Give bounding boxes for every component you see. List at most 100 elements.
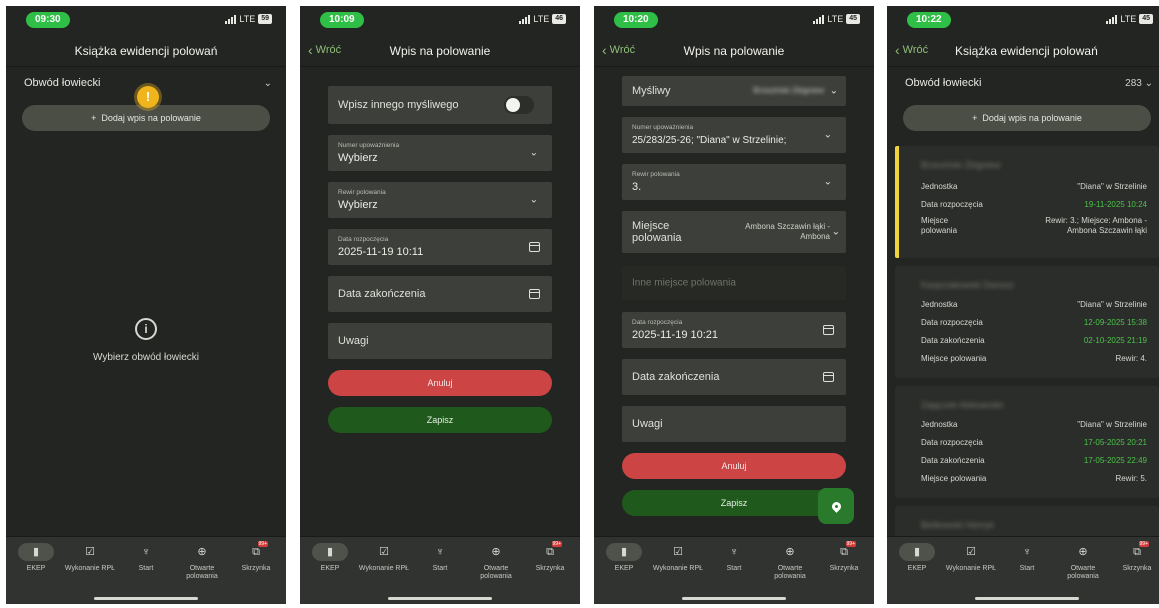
tab-open-hunts[interactable]: ⊕ Otwarte polowania	[762, 543, 818, 581]
chevron-down-icon: ⌄	[263, 77, 272, 89]
chevron-down-icon: ⌄	[823, 176, 832, 188]
inbox-badge: 99+	[1138, 541, 1149, 547]
inbox-icon: ⧉ 99+	[546, 541, 562, 558]
hunter-name: Zajączek Aleksander	[921, 400, 1005, 410]
map-pin-icon	[829, 499, 843, 513]
deer-icon: ♆	[435, 546, 445, 558]
home-indicator[interactable]	[94, 597, 198, 600]
divider	[594, 66, 874, 67]
tab-open-hunts[interactable]: ⊕ Otwarte polowania	[174, 543, 230, 581]
district-select[interactable]: Obwód łowiecki 283 ⌄	[905, 74, 1153, 92]
nav-bar: ‹ Wróć Książka ewidencji polowań	[887, 34, 1159, 68]
tab-rpl[interactable]: ☑ Wykonanie RPŁ	[943, 543, 999, 573]
empty-state: i Wybierz obwód łowiecki	[6, 318, 286, 363]
phone-screen-hunt-book-empty: 09:30 LTE 59 Książka ewidencji polowań O…	[6, 6, 286, 604]
permit-label: Numer upoważnienia	[338, 142, 400, 149]
tab-start[interactable]: ♆ Start	[999, 543, 1055, 573]
active-indicator	[895, 146, 899, 258]
district-select[interactable]: Rewir polowania Wybierz ⌄	[328, 182, 552, 218]
district-select[interactable]: Rewir polowania 3. ⌄	[622, 164, 846, 200]
cancel-button[interactable]: Anuluj	[622, 453, 846, 479]
other-place-field[interactable]: Inne miejsce polowania	[622, 266, 846, 300]
cancel-button[interactable]: Anuluj	[328, 370, 552, 396]
tab-bar: ▮ EKEP ☑ Wykonanie RPŁ ♆ Start ⊕ Otwarte pol…	[6, 536, 286, 604]
calendar-icon[interactable]	[529, 242, 540, 252]
other-hunter-toggle-row[interactable]: Wpisz innego myśliwego	[328, 86, 552, 124]
tab-start[interactable]: ♆ Start	[706, 543, 762, 573]
save-button[interactable]: Zapisz	[328, 407, 552, 433]
start-date-field[interactable]: Data rozpoczęcia 2025-11-19 10:11	[328, 229, 552, 265]
status-bar: 10:22 LTE 45	[887, 6, 1159, 30]
tab-rpl[interactable]: ☑ Wykonanie RPŁ	[650, 543, 706, 573]
chevron-down-icon: ⌄	[1144, 77, 1153, 89]
end-date-placeholder: Data zakończenia	[338, 288, 426, 300]
add-hunt-entry-button[interactable]: + Dodaj wpis na polowanie	[903, 105, 1151, 131]
status-time: 09:30	[26, 12, 70, 28]
place-select[interactable]: Miejsce polowania Ambona Szczawin łąki -…	[622, 211, 846, 253]
notes-field[interactable]: Uwagi	[622, 406, 846, 442]
notes-placeholder: Uwagi	[632, 418, 663, 430]
back-button[interactable]: ‹ Wróć	[602, 43, 635, 57]
phone-screen-new-entry-filled: 10:20 LTE 45 ‹ Wróć Wpis na polowanie Myś…	[594, 6, 874, 604]
hunt-entry-card[interactable]: Brzeziński Zbigniew Jednostka "Diana" w S…	[895, 146, 1159, 258]
tab-inbox[interactable]: ⧉ 99+ Skrzynka	[1109, 541, 1159, 573]
hunt-entry-card[interactable]: Kasprzakowski Dariusz Jednostka "Diana" w…	[895, 266, 1159, 378]
tab-open-hunts[interactable]: ⊕ Otwarte polowania	[1055, 543, 1111, 581]
empty-state-text: Wybierz obwód łowiecki	[92, 352, 200, 363]
calendar-icon[interactable]	[529, 289, 540, 299]
add-hunt-entry-button[interactable]: + Dodaj wpis na polowanie	[22, 105, 270, 131]
home-indicator[interactable]	[682, 597, 786, 600]
start-date-field[interactable]: Data rozpoczęcia 2025-11-19 10:21	[622, 312, 846, 348]
phone-screen-new-entry-empty: 10:09 LTE 46 ‹ Wróć Wpis na polowanie Wpi…	[300, 6, 580, 604]
back-button[interactable]: ‹ Wróć	[308, 43, 341, 57]
network-label: LTE	[533, 14, 550, 24]
tab-ekep[interactable]: ▮ EKEP	[8, 543, 64, 573]
chevron-left-icon: ‹	[895, 42, 900, 58]
calendar-icon[interactable]	[823, 372, 834, 382]
back-button[interactable]: ‹ Wróć	[895, 43, 928, 57]
other-hunter-toggle[interactable]	[504, 96, 534, 114]
deer-icon: ♆	[1022, 546, 1032, 558]
start-date-label: Data rozpoczęcia	[632, 319, 683, 326]
battery-icon: 45	[1139, 14, 1153, 24]
permit-select[interactable]: Numer upoważnienia Wybierz ⌄	[328, 135, 552, 171]
notes-field[interactable]: Uwagi	[328, 323, 552, 359]
district-label: Rewir polowania	[338, 189, 386, 196]
tab-rpl[interactable]: ☑ Wykonanie RPŁ	[356, 543, 412, 573]
permit-select[interactable]: Numer upoważnienia 25/283/25-26; "Diana"…	[622, 117, 846, 153]
tab-ekep[interactable]: ▮ EKEP	[302, 543, 358, 573]
end-date-placeholder: Data zakończenia	[632, 371, 720, 383]
tab-inbox[interactable]: ⧉ 99+ Skrzynka	[816, 541, 872, 573]
tab-start[interactable]: ♆ Start	[118, 543, 174, 573]
chevron-down-icon: ⌄	[529, 147, 538, 159]
home-indicator[interactable]	[388, 597, 492, 600]
other-place-placeholder: Inne miejsce polowania	[632, 277, 736, 289]
end-date-field[interactable]: Data zakończenia	[328, 276, 552, 312]
card-row-place: Miejsce polowania Rewir: 3.; Miejsce: Amb…	[921, 216, 1147, 235]
card-row-start: Data rozpoczęcia 19-11-2025 10:24	[921, 200, 1147, 209]
inbox-badge: 99+	[845, 541, 856, 547]
tab-ekep[interactable]: ▮ EKEP	[596, 543, 652, 573]
crosshair-icon: ⊕	[785, 546, 795, 558]
tab-inbox[interactable]: ⧉ 99+ Skrzynka	[228, 541, 284, 573]
start-date-value: 2025-11-19 10:11	[338, 246, 424, 258]
notes-placeholder: Uwagi	[338, 335, 369, 347]
save-button[interactable]: Zapisz	[622, 490, 846, 516]
location-fab[interactable]	[818, 488, 854, 524]
hunter-select[interactable]: Myśliwy Brzeziński Zbigniew ⌄	[622, 76, 846, 106]
battery-icon: 59	[258, 14, 272, 24]
place-value: Ambona Szczawin łąki - Ambona	[745, 222, 830, 241]
home-indicator[interactable]	[975, 597, 1079, 600]
tab-inbox[interactable]: ⧉ 99+ Skrzynka	[522, 541, 578, 573]
hunter-name: Bielkowski Henryk	[921, 520, 995, 530]
tab-ekep[interactable]: ▮ EKEP	[889, 543, 945, 573]
tab-rpl[interactable]: ☑ Wykonanie RPŁ	[62, 543, 118, 573]
calendar-icon[interactable]	[823, 325, 834, 335]
district-label: Obwód łowiecki	[905, 77, 982, 89]
signal-icon	[519, 14, 531, 24]
end-date-field[interactable]: Data zakończenia	[622, 359, 846, 395]
district-value-wrap: 283 ⌄	[1125, 78, 1153, 89]
hunt-entry-card[interactable]: Zajączek Aleksander Jednostka "Diana" w S…	[895, 386, 1159, 498]
tab-start[interactable]: ♆ Start	[412, 543, 468, 573]
tab-open-hunts[interactable]: ⊕ Otwarte polowania	[468, 543, 524, 581]
